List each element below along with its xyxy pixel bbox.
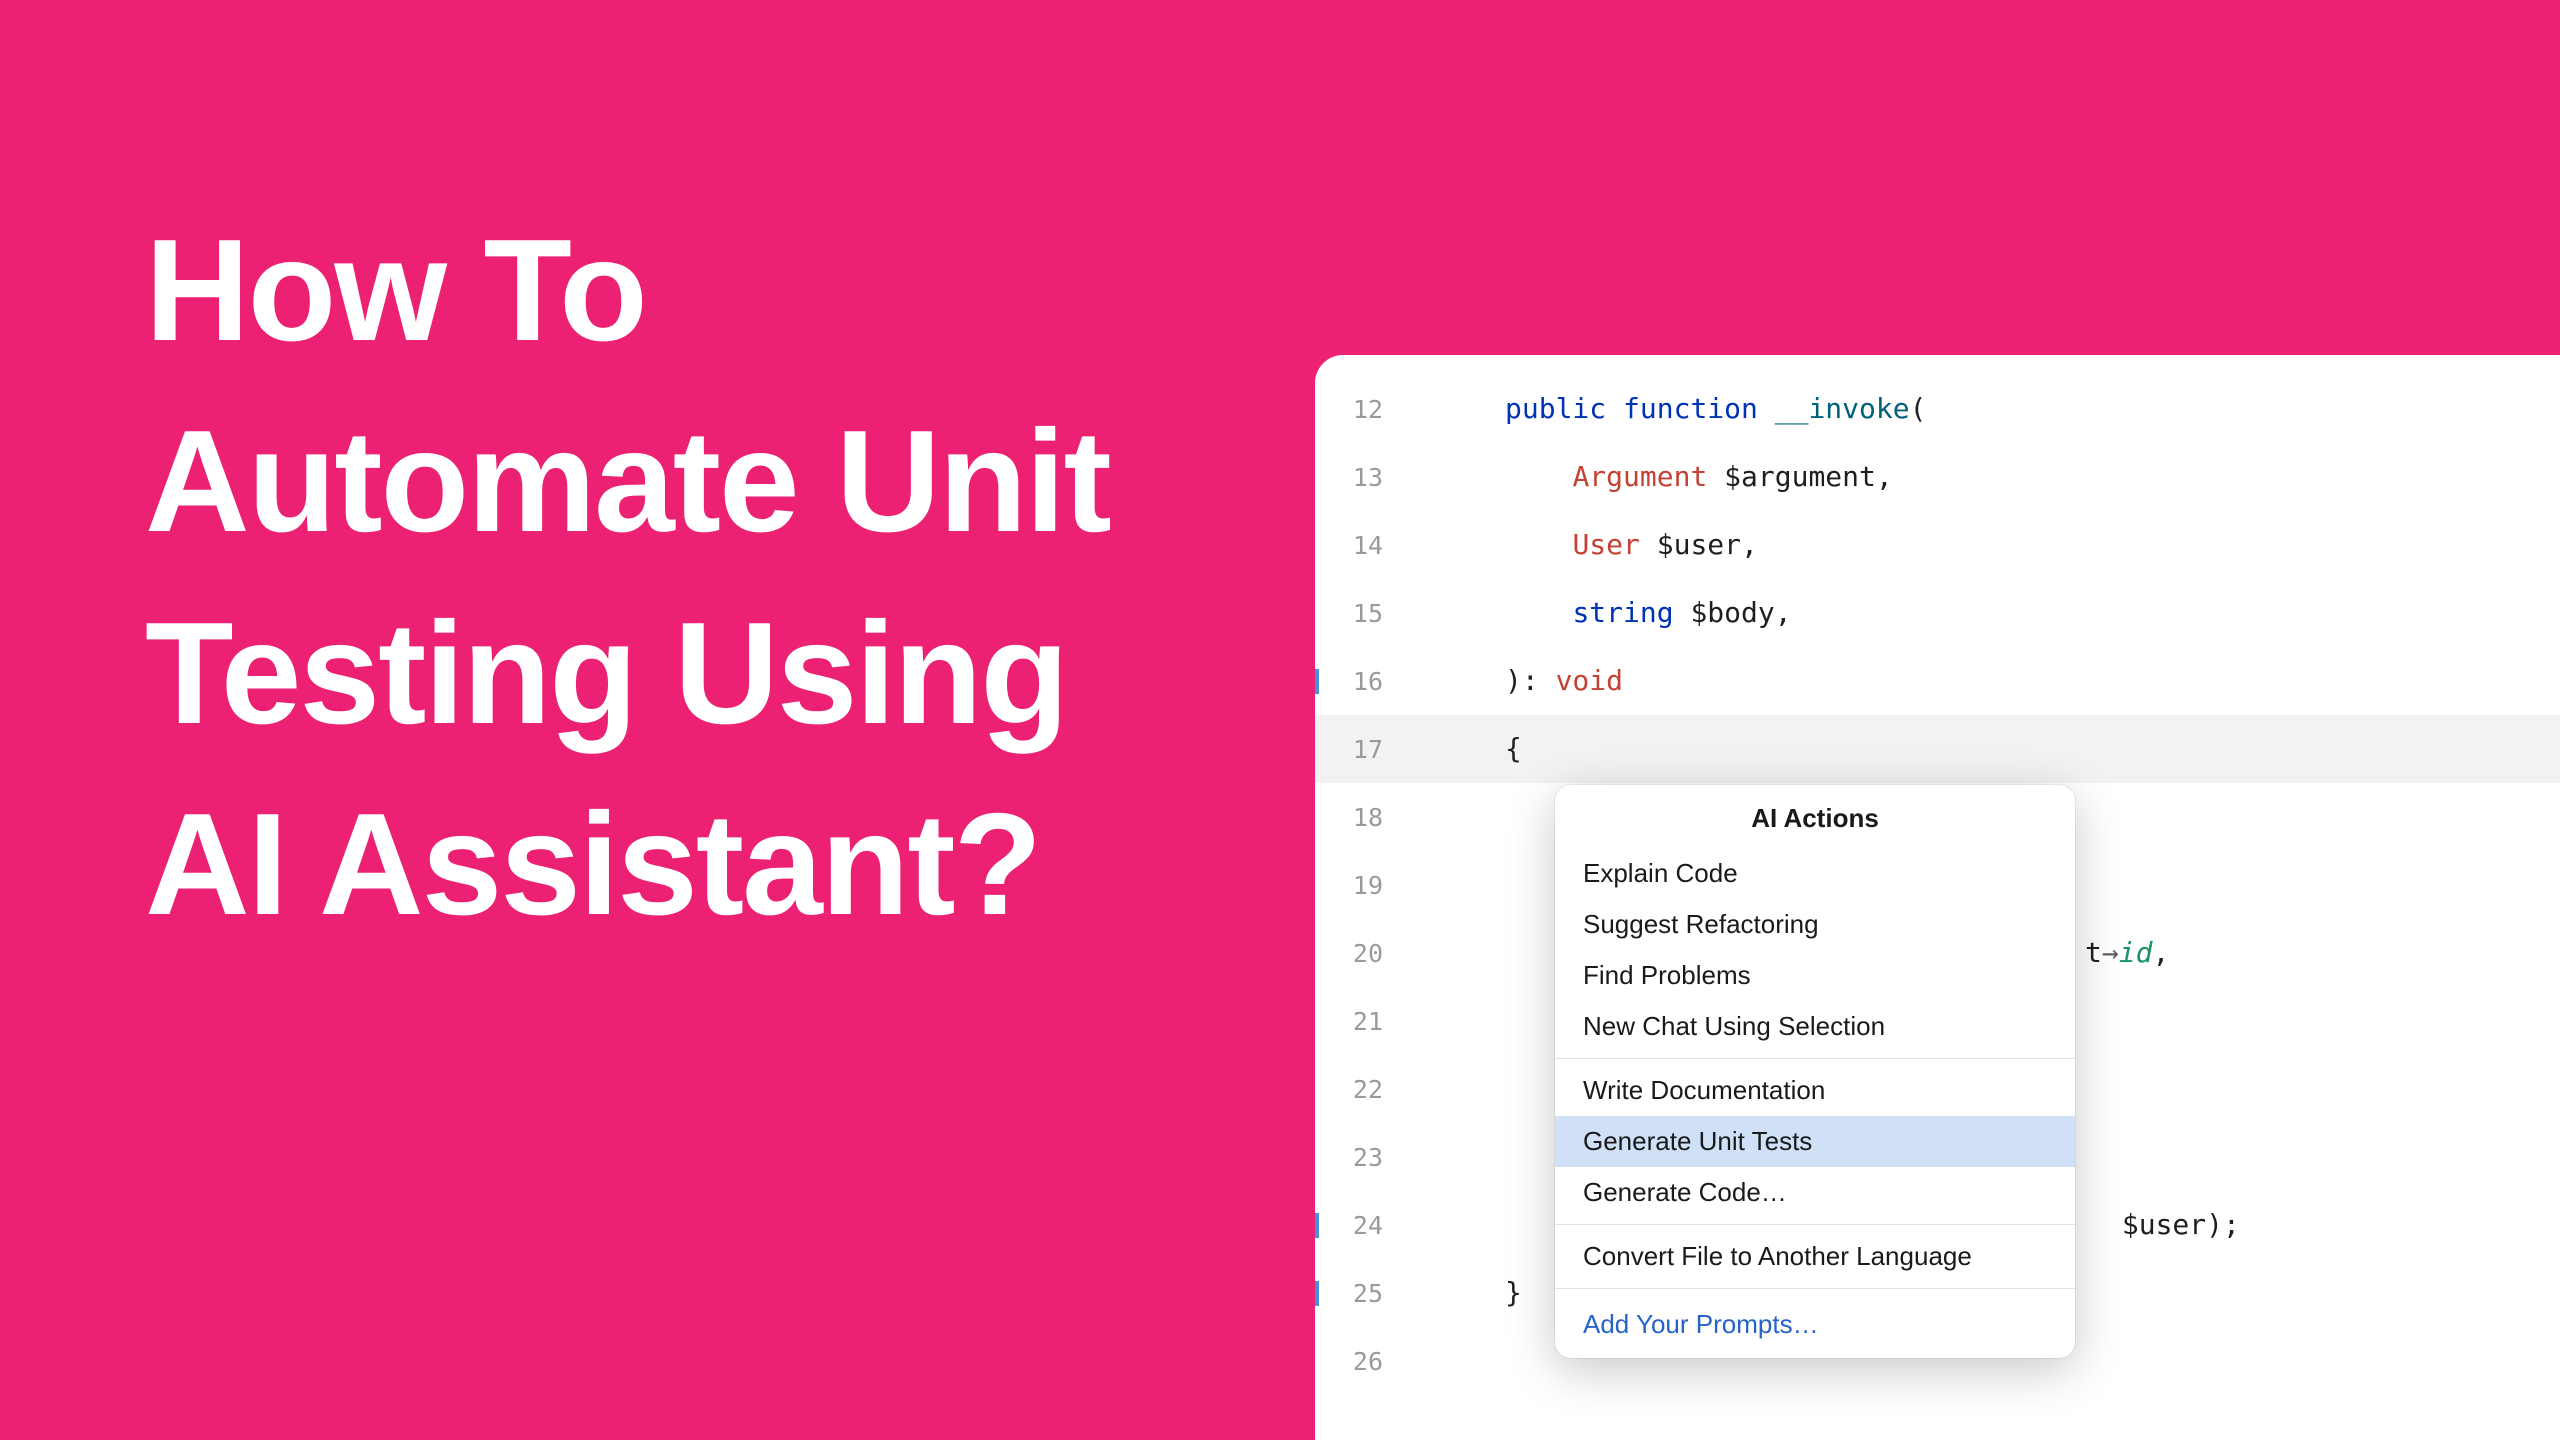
code-editor-panel: 12public function __invoke(13 Argument $… xyxy=(1315,355,2560,1440)
line-number: 14 xyxy=(1315,533,1405,558)
ai-action-convert-file-to-another-language[interactable]: Convert File to Another Language xyxy=(1555,1231,2075,1282)
line-number: 21 xyxy=(1315,1009,1405,1034)
code-line[interactable]: 14 User $user, xyxy=(1315,511,2560,579)
line-number: 19 xyxy=(1315,873,1405,898)
code-tail: t→id, xyxy=(2085,939,2169,967)
line-number: 12 xyxy=(1315,397,1405,422)
add-your-prompts-link[interactable]: Add Your Prompts… xyxy=(1555,1295,2075,1358)
popup-divider xyxy=(1555,1288,2075,1289)
gutter-marker xyxy=(1315,1281,1319,1306)
code-line[interactable]: 17{ xyxy=(1315,715,2560,783)
code-line[interactable]: 12public function __invoke( xyxy=(1315,375,2560,443)
code-line[interactable]: 13 Argument $argument, xyxy=(1315,443,2560,511)
ai-actions-popup: AI Actions Explain CodeSuggest Refactori… xyxy=(1555,785,2075,1358)
line-number: 15 xyxy=(1315,601,1405,626)
ai-action-suggest-refactoring[interactable]: Suggest Refactoring xyxy=(1555,899,2075,950)
line-number: 17 xyxy=(1315,737,1405,762)
ai-action-new-chat-using-selection[interactable]: New Chat Using Selection xyxy=(1555,1001,2075,1052)
popup-divider xyxy=(1555,1058,2075,1059)
ai-action-write-documentation[interactable]: Write Documentation xyxy=(1555,1065,2075,1116)
ai-action-explain-code[interactable]: Explain Code xyxy=(1555,848,2075,899)
line-number: 13 xyxy=(1315,465,1405,490)
line-number: 23 xyxy=(1315,1145,1405,1170)
code-line[interactable]: 15 string $body, xyxy=(1315,579,2560,647)
line-number: 16 xyxy=(1315,669,1405,694)
page-headline: How ToAutomate UnitTesting UsingAI Assis… xyxy=(145,195,1110,961)
code-line[interactable]: 16): void xyxy=(1315,647,2560,715)
line-number: 22 xyxy=(1315,1077,1405,1102)
line-number: 26 xyxy=(1315,1349,1405,1374)
code-content: public function __invoke( xyxy=(1405,395,1926,423)
line-number: 20 xyxy=(1315,941,1405,966)
ai-action-generate-code[interactable]: Generate Code… xyxy=(1555,1167,2075,1218)
ai-action-find-problems[interactable]: Find Problems xyxy=(1555,950,2075,1001)
line-number: 18 xyxy=(1315,805,1405,830)
code-content: { xyxy=(1405,735,1522,763)
gutter-marker xyxy=(1315,1213,1319,1238)
popup-divider xyxy=(1555,1224,2075,1225)
code-content: Argument $argument, xyxy=(1405,463,1893,491)
popup-title: AI Actions xyxy=(1555,785,2075,848)
code-content: ): void xyxy=(1405,667,1623,695)
ai-action-generate-unit-tests[interactable]: Generate Unit Tests xyxy=(1555,1116,2075,1167)
code-content: User $user, xyxy=(1405,531,1758,559)
code-content: } xyxy=(1405,1279,1522,1307)
line-number: 24 xyxy=(1315,1213,1405,1238)
code-tail: $user); xyxy=(2105,1211,2240,1239)
gutter-marker xyxy=(1315,669,1319,694)
code-content: string $body, xyxy=(1405,599,1792,627)
line-number: 25 xyxy=(1315,1281,1405,1306)
